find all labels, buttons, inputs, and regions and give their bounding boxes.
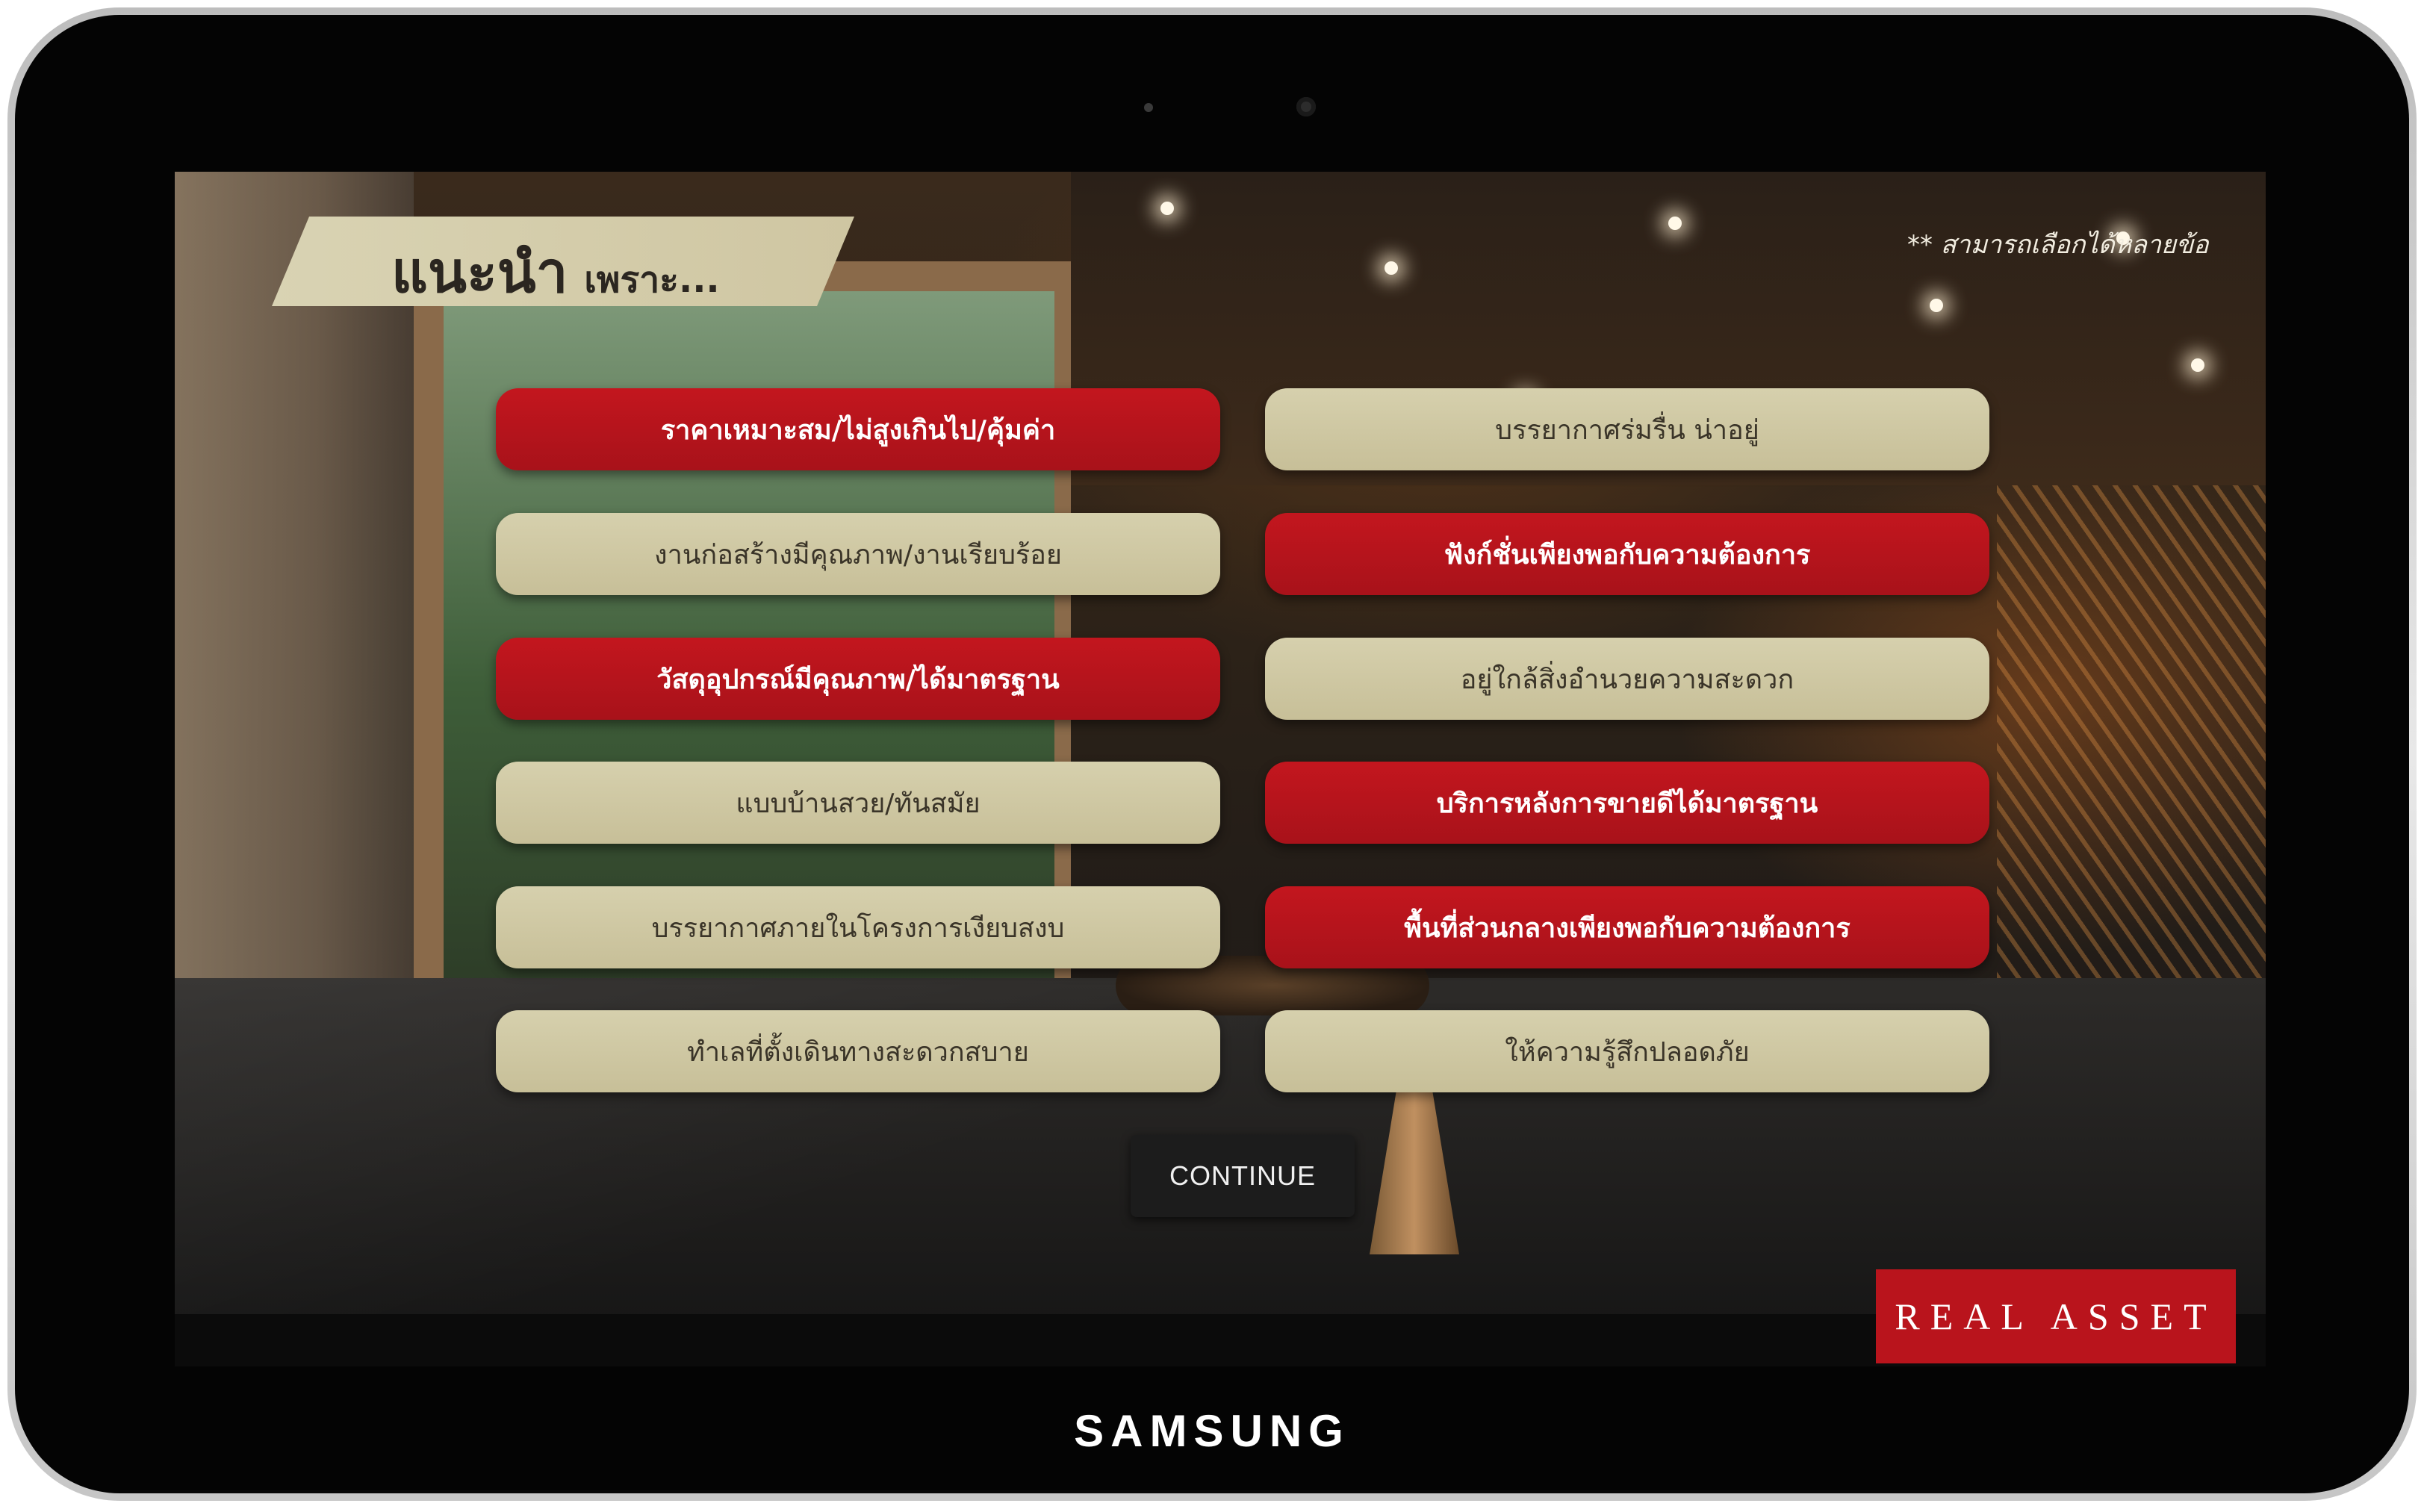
page-title-main: แนะนำ (391, 239, 568, 305)
option-feel-safe[interactable]: ให้ความรู้สึกปลอดภัย (1265, 1010, 1989, 1092)
option-quality-construction[interactable]: งานก่อสร้างมีคุณภาพ/งานเรียบร้อย (496, 513, 1220, 595)
tablet-bezel: แนะนำ เพราะ... ** สามารถเลือกได้หลายข้อ … (15, 15, 2409, 1493)
continue-button[interactable]: CONTINUE (1131, 1135, 1355, 1217)
app-screen: แนะนำ เพราะ... ** สามารถเลือกได้หลายข้อ … (175, 172, 2266, 1366)
tablet-device: แนะนำ เพราะ... ** สามารถเลือกได้หลายข้อ … (7, 7, 2417, 1501)
page-title: แนะนำ เพราะ... (391, 228, 720, 305)
option-shady-atmosphere[interactable]: บรรยากาศร่มรื่น น่าอยู่ (1265, 388, 1989, 470)
option-quality-materials[interactable]: วัสดุอุปกรณ์มีคุณภาพ/ได้มาตรฐาน (496, 638, 1220, 720)
proximity-sensor (1144, 103, 1153, 112)
option-after-sales-service[interactable]: บริการหลังการขายดีได้มาตรฐาน (1265, 762, 1989, 844)
real-asset-logo: REAL ASSET (1876, 1269, 2236, 1363)
ceiling-light (1668, 217, 1682, 230)
option-reasonable-price[interactable]: ราคาเหมาะสม/ไม่สูงเกินไป/คุ้มค่า (496, 388, 1220, 470)
option-sufficient-function[interactable]: ฟังก์ชั่นเพียงพอกับความต้องการ (1265, 513, 1989, 595)
option-near-facilities[interactable]: อยู่ใกล้สิ่งอำนวยความสะดวก (1265, 638, 1989, 720)
option-peaceful-atmosphere[interactable]: บรรยากาศภายในโครงการเงียบสงบ (496, 886, 1220, 968)
option-common-area[interactable]: พื้นที่ส่วนกลางเพียงพอกับความต้องการ (1265, 886, 1989, 968)
ceiling-light (1385, 261, 1398, 275)
ceiling-light (2191, 358, 2204, 372)
device-brand-label: SAMSUNG (1074, 1406, 1350, 1456)
ceiling-light (1160, 202, 1174, 215)
page-title-sub: เพราะ... (584, 259, 720, 301)
ceiling-light (1930, 299, 1943, 312)
option-convenient-location[interactable]: ทำเลที่ตั้งเดินทางสะดวกสบาย (496, 1010, 1220, 1092)
background-lattice (1997, 485, 2266, 1008)
multi-select-note: ** สามารถเลือกได้หลายข้อ (1907, 230, 2209, 260)
front-camera-icon (1296, 97, 1316, 116)
option-beautiful-design[interactable]: แบบบ้านสวย/ทันสมัย (496, 762, 1220, 844)
